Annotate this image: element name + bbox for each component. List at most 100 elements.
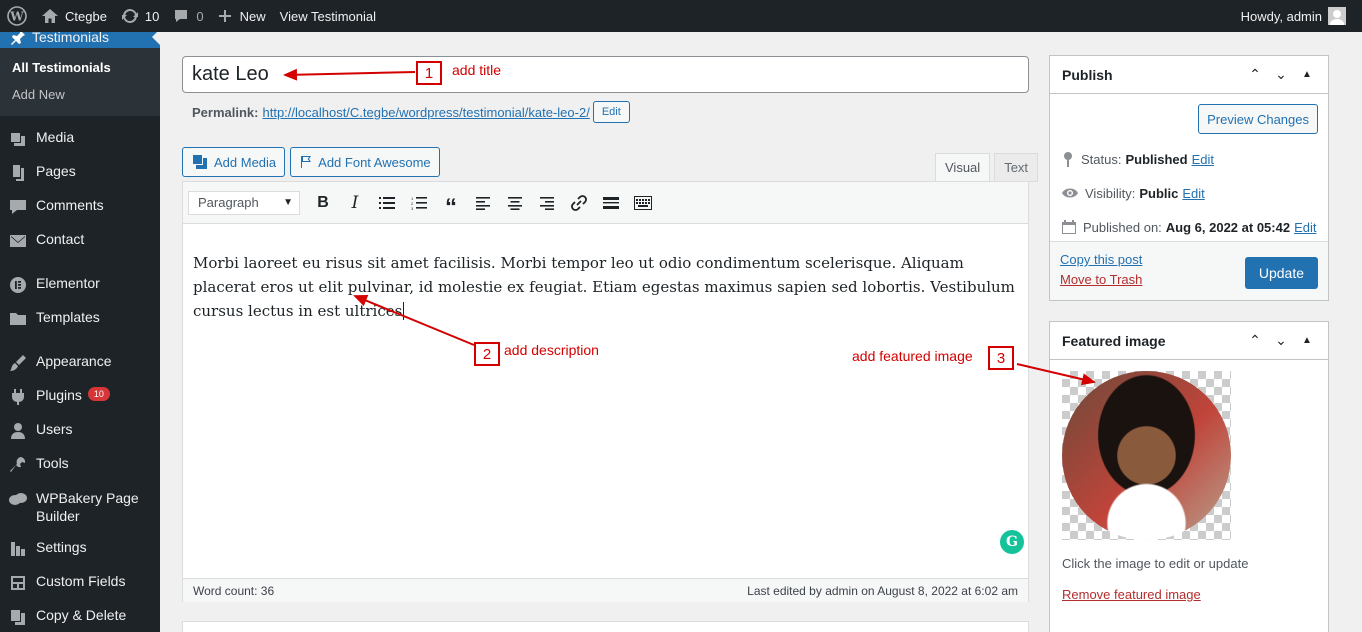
- sidebar-item-pages[interactable]: Pages: [0, 156, 160, 190]
- format-value: Paragraph: [198, 195, 259, 210]
- sidebar-item-elementor[interactable]: Elementor: [0, 268, 160, 302]
- sidebar-item-contact[interactable]: Contact: [0, 224, 160, 258]
- sidebar-label: Comments: [36, 197, 104, 213]
- media-icon: [8, 129, 28, 149]
- word-count: Word count: 36: [193, 583, 275, 598]
- move-down-icon[interactable]: ⌄: [1268, 66, 1294, 83]
- view-testimonial-link[interactable]: View Testimonial: [273, 0, 383, 32]
- updates-count: 10: [144, 8, 160, 24]
- submenu-add-new[interactable]: Add New: [0, 81, 160, 108]
- featured-image-box: Featured image ⌃ ⌄ ▲ Click the image to …: [1049, 321, 1329, 632]
- bullet-list-button[interactable]: [371, 188, 403, 218]
- wordpress-logo-icon[interactable]: W: [0, 0, 34, 32]
- sidebar-item-appearance[interactable]: Appearance: [0, 346, 160, 380]
- permalink-link[interactable]: http://localhost/C.tegbe/wordpress/testi…: [262, 105, 589, 120]
- format-select[interactable]: Paragraph ▼: [188, 190, 300, 215]
- sidebar-item-settings[interactable]: Settings: [0, 532, 160, 566]
- copy-post-label: Copy this post: [1060, 252, 1143, 267]
- publish-header: Publish ⌃ ⌄ ▲: [1050, 56, 1328, 94]
- toolbar-toggle-button[interactable]: [627, 188, 659, 218]
- sidebar-item-media[interactable]: Media: [0, 122, 160, 156]
- featured-image-thumbnail[interactable]: [1062, 371, 1231, 540]
- align-right-button[interactable]: [531, 188, 563, 218]
- bullet-list-icon: [379, 196, 395, 209]
- sidebar-label: Appearance: [36, 353, 112, 369]
- status-edit-link[interactable]: Edit: [1192, 152, 1214, 167]
- copy-post-link[interactable]: Copy this post: [1060, 252, 1142, 267]
- tab-text[interactable]: Text: [994, 153, 1039, 182]
- move-up-icon[interactable]: ⌃: [1242, 332, 1268, 349]
- howdy-text: Howdy, admin: [1240, 8, 1322, 24]
- sidebar-item-custom-fields[interactable]: Custom Fields: [0, 566, 160, 600]
- site-name-link[interactable]: Ctegbe: [34, 0, 114, 32]
- move-up-icon[interactable]: ⌃: [1242, 66, 1268, 83]
- sidebar-item-tools[interactable]: Tools: [0, 448, 160, 482]
- portrait-image: [1062, 371, 1231, 540]
- quote-icon: “: [445, 193, 457, 221]
- post-title-input[interactable]: [182, 56, 1029, 93]
- read-more-button[interactable]: [595, 188, 627, 218]
- sidebar-submenu: All Testimonials Add New: [0, 48, 160, 116]
- publish-box: Publish ⌃ ⌄ ▲ Preview Changes Status: Pu…: [1049, 55, 1329, 301]
- my-account[interactable]: Howdy, admin: [1241, 7, 1362, 25]
- visibility-label: Visibility:: [1085, 185, 1136, 201]
- tab-visual[interactable]: Visual: [935, 153, 991, 182]
- update-button[interactable]: Update: [1244, 257, 1318, 289]
- sidebar-item-comments[interactable]: Comments: [0, 190, 160, 224]
- published-edit-link[interactable]: Edit: [1294, 220, 1316, 235]
- sidebar-item-plugins[interactable]: Plugins 10: [0, 380, 160, 414]
- sidebar-label: Plugins: [36, 387, 82, 403]
- bold-button[interactable]: B: [307, 188, 339, 218]
- annotation-text-2: add description: [504, 342, 599, 358]
- permalink-label: Permalink:: [192, 104, 259, 120]
- sidebar-item-users[interactable]: Users: [0, 414, 160, 448]
- add-font-awesome-label: Add Font Awesome: [318, 154, 431, 170]
- sidebar-item-copy-delete[interactable]: Copy & Delete: [0, 600, 160, 632]
- updates-link[interactable]: 10: [114, 0, 166, 32]
- align-left-button[interactable]: [467, 188, 499, 218]
- sidebar-current-label: Testimonials: [32, 32, 110, 45]
- numbered-list-icon: 123: [411, 196, 427, 210]
- sidebar-item-templates[interactable]: Templates: [0, 302, 160, 336]
- align-center-button[interactable]: [499, 188, 531, 218]
- keyboard-icon: [634, 195, 652, 210]
- sidebar-label: Custom Fields: [36, 573, 126, 589]
- read-more-icon: [603, 196, 619, 209]
- bold-icon: B: [317, 193, 329, 211]
- comments-link[interactable]: 0: [166, 0, 210, 32]
- sidebar-item-wpbakery[interactable]: WPBakery Page Builder: [0, 482, 160, 532]
- admin-bar: W Ctegbe 10 0 New View Testimonial Howdy…: [0, 0, 1362, 32]
- preview-changes-button[interactable]: Preview Changes: [1198, 104, 1318, 134]
- insert-link-button[interactable]: [563, 188, 595, 218]
- move-to-trash-link[interactable]: Move to Trash: [1060, 272, 1142, 287]
- featured-image-hint: Click the image to edit or update: [1062, 556, 1249, 571]
- editor-tabs: Visual Text: [931, 153, 1039, 182]
- align-center-icon: [508, 196, 522, 210]
- grammarly-icon[interactable]: G: [1000, 530, 1024, 554]
- copy-icon: [8, 607, 28, 627]
- plus-icon: [218, 10, 231, 22]
- comments-icon: [8, 197, 28, 217]
- sidebar-label: Users: [36, 421, 73, 437]
- sidebar-item-testimonials[interactable]: Testimonials: [0, 32, 160, 48]
- visibility-edit-link[interactable]: Edit: [1182, 186, 1204, 201]
- add-font-awesome-button[interactable]: Add Font Awesome: [290, 147, 440, 177]
- move-down-icon[interactable]: ⌄: [1268, 332, 1294, 349]
- permalink-edit-button[interactable]: Edit: [592, 101, 630, 123]
- sidebar-label: Media: [36, 129, 75, 145]
- collapse-toggle-icon[interactable]: ▲: [1294, 335, 1320, 346]
- annotation-number-1: 1: [416, 61, 442, 85]
- view-label: View Testimonial: [279, 8, 376, 24]
- remove-featured-image-link[interactable]: Remove featured image: [1062, 587, 1316, 602]
- collapse-toggle-icon[interactable]: ▲: [1294, 69, 1320, 80]
- editor-content-area[interactable]: Morbi laoreet eu risus sit amet facilisi…: [183, 224, 1028, 578]
- site-name: Ctegbe: [65, 8, 107, 24]
- italic-button[interactable]: I: [339, 188, 371, 218]
- blockquote-button[interactable]: “: [435, 188, 467, 221]
- submenu-all-testimonials[interactable]: All Testimonials: [0, 54, 160, 81]
- add-media-button[interactable]: Add Media: [182, 147, 286, 177]
- sidebar-label: Copy & Delete: [36, 607, 127, 623]
- featured-image-title: Featured image: [1062, 332, 1166, 349]
- new-content-link[interactable]: New: [211, 0, 273, 32]
- numbered-list-button[interactable]: 123: [403, 188, 435, 218]
